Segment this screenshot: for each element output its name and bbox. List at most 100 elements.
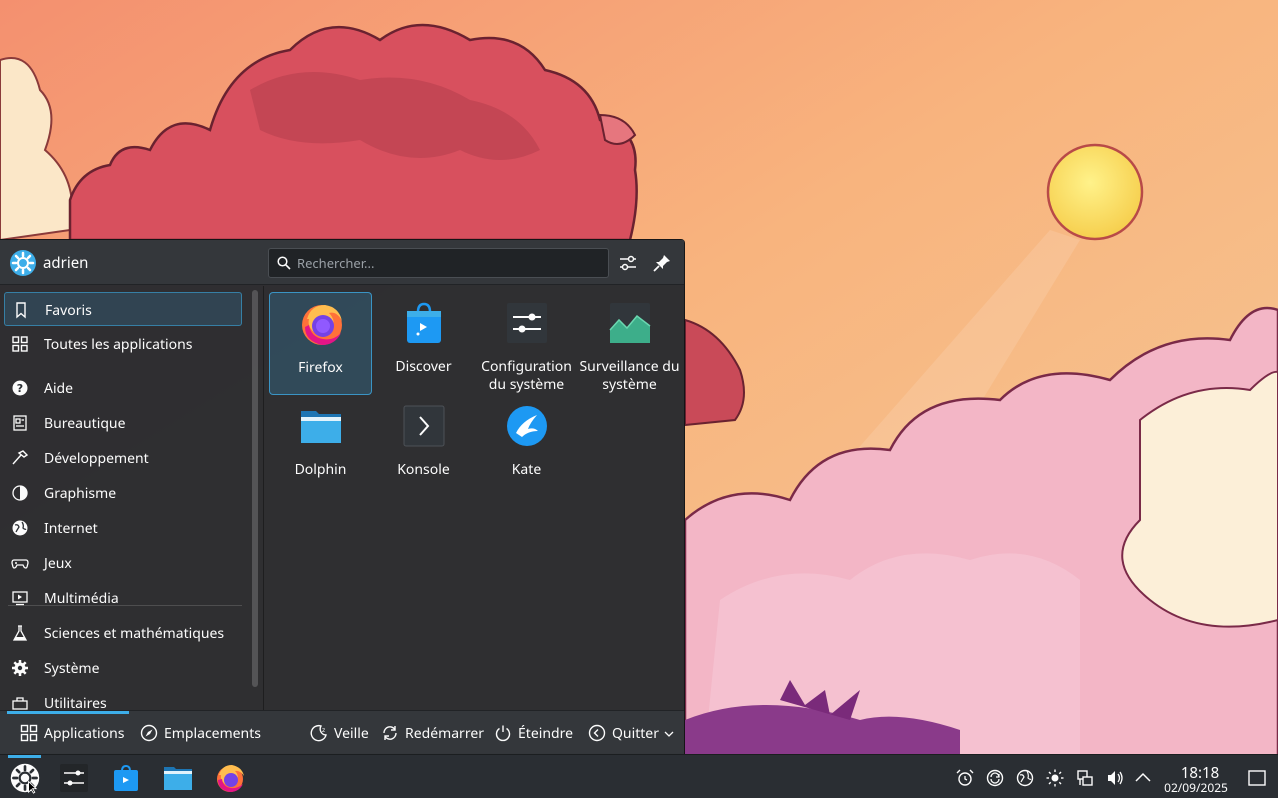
bookmark-icon <box>16 302 26 319</box>
system-settings-icon <box>507 303 547 343</box>
category-utilities[interactable]: Utilitaires <box>4 686 242 711</box>
shutdown-button[interactable]: Éteindre <box>494 721 574 745</box>
category-label: Développement <box>44 449 149 468</box>
category-label: Internet <box>44 519 98 538</box>
flask-icon <box>12 625 28 641</box>
taskbar-firefox[interactable] <box>211 759 249 795</box>
user-avatar-icon[interactable] <box>9 249 37 277</box>
alarm-clock-icon[interactable] <box>955 768 975 788</box>
category-internet[interactable]: Internet <box>4 511 242 545</box>
update-sync-icon[interactable] <box>985 768 1005 788</box>
system-monitor-icon <box>609 303 651 343</box>
category-label: Bureautique <box>44 414 126 433</box>
gamepad-icon <box>11 559 29 569</box>
wired-network-icon[interactable] <box>1075 768 1095 788</box>
launcher-active-indicator <box>8 755 41 758</box>
category-multimedia[interactable]: Multimédia <box>4 581 242 615</box>
dolphin-folder-icon <box>164 767 192 790</box>
category-label: Sciences et mathématiques <box>44 624 225 643</box>
tab-applications[interactable]: Applications <box>20 721 124 745</box>
category-development[interactable]: Développement <box>4 441 242 475</box>
chevron-down-icon[interactable] <box>664 729 674 739</box>
category-system[interactable]: Système <box>4 651 242 685</box>
category-help[interactable]: ? Aide <box>4 371 242 405</box>
discover-icon <box>407 302 441 343</box>
category-games[interactable]: Jeux <box>4 546 242 580</box>
category-label: Jeux <box>44 554 72 573</box>
restart-button[interactable]: Redémarrer <box>381 721 485 745</box>
category-favorites[interactable]: Favoris <box>4 292 242 326</box>
compass-icon <box>140 724 158 742</box>
discover-icon <box>114 764 138 791</box>
graphics-icon <box>12 485 28 501</box>
svg-text:?: ? <box>17 382 23 395</box>
app-kate[interactable]: Kate <box>475 395 578 498</box>
category-label: Aide <box>44 379 74 398</box>
button-label: Éteindre <box>518 724 574 743</box>
svg-text:z: z <box>322 727 325 734</box>
category-label: Favoris <box>45 301 92 320</box>
volume-icon[interactable] <box>1105 768 1125 788</box>
gear-icon <box>12 660 28 676</box>
pin-icon[interactable] <box>651 252 673 274</box>
app-system-monitor[interactable]: Surveillance du système <box>578 292 681 395</box>
grid-icon <box>12 336 28 352</box>
show-desktop-icon[interactable] <box>1247 768 1267 788</box>
configure-sliders-icon[interactable] <box>617 252 639 274</box>
firefox-icon <box>302 305 342 345</box>
firefox-icon <box>217 765 244 792</box>
taskbar-system-settings[interactable] <box>55 759 93 795</box>
sidebar-scrollbar[interactable] <box>252 290 258 687</box>
konsole-icon <box>403 405 445 447</box>
sleep-button[interactable]: z Veille <box>310 721 372 745</box>
launcher-header: adrien <box>0 240 684 285</box>
app-label: Configuration du système <box>481 357 572 394</box>
category-graphics[interactable]: Graphisme <box>4 476 242 510</box>
button-label: Veille <box>334 724 369 743</box>
application-launcher: adrien Favoris Toutes les a <box>0 239 685 755</box>
app-label: Konsole <box>397 460 450 479</box>
sleep-moon-icon: z <box>310 724 327 742</box>
category-sidebar: Favoris Toutes les applications ? Aide B… <box>0 286 247 711</box>
app-label: Kate <box>511 460 542 479</box>
app-konsole[interactable]: Konsole <box>372 395 475 498</box>
chevron-up-icon[interactable] <box>1133 768 1153 788</box>
logout-button[interactable]: Quitter <box>588 721 678 745</box>
app-system-settings[interactable]: Configuration du système <box>475 292 578 395</box>
user-name: adrien <box>43 253 89 273</box>
category-office[interactable]: Bureautique <box>4 406 242 440</box>
app-label: Discover <box>395 357 452 376</box>
taskbar-discover[interactable] <box>107 759 145 795</box>
app-dolphin[interactable]: Dolphin <box>269 395 372 498</box>
category-label: Graphisme <box>44 484 117 503</box>
app-discover[interactable]: Discover <box>372 292 475 395</box>
taskbar-dolphin[interactable] <box>159 759 197 795</box>
category-label: Utilitaires <box>44 694 107 711</box>
tab-label: Emplacements <box>164 724 261 743</box>
app-label: Dolphin <box>294 460 347 479</box>
grid-icon <box>20 724 38 742</box>
kate-icon <box>507 406 547 446</box>
category-science[interactable]: Sciences et mathématiques <box>4 616 242 650</box>
power-icon <box>495 725 511 742</box>
app-label: Firefox <box>298 358 343 377</box>
brightness-icon[interactable] <box>1045 768 1065 788</box>
clock-date[interactable]: 02/09/2025 <box>1156 779 1236 796</box>
app-firefox[interactable]: Firefox <box>269 292 372 395</box>
tab-label: Applications <box>44 724 125 743</box>
network-globe-icon[interactable] <box>1015 768 1035 788</box>
logout-icon <box>588 724 606 742</box>
tab-places[interactable]: Emplacements <box>140 721 261 745</box>
category-label: Système <box>44 659 100 678</box>
system-settings-icon <box>60 764 88 792</box>
application-launcher-button[interactable] <box>6 759 44 795</box>
search-box[interactable] <box>268 248 609 278</box>
search-input[interactable] <box>297 253 597 273</box>
app-label: Surveillance du système <box>579 357 680 394</box>
dolphin-folder-icon <box>301 411 341 443</box>
restart-icon <box>383 726 397 740</box>
taskbar-panel: 18:18 02/09/2025 <box>0 754 1278 798</box>
hammer-icon <box>12 450 29 465</box>
active-tab-indicator <box>7 711 129 714</box>
category-all-applications[interactable]: Toutes les applications <box>4 327 242 361</box>
